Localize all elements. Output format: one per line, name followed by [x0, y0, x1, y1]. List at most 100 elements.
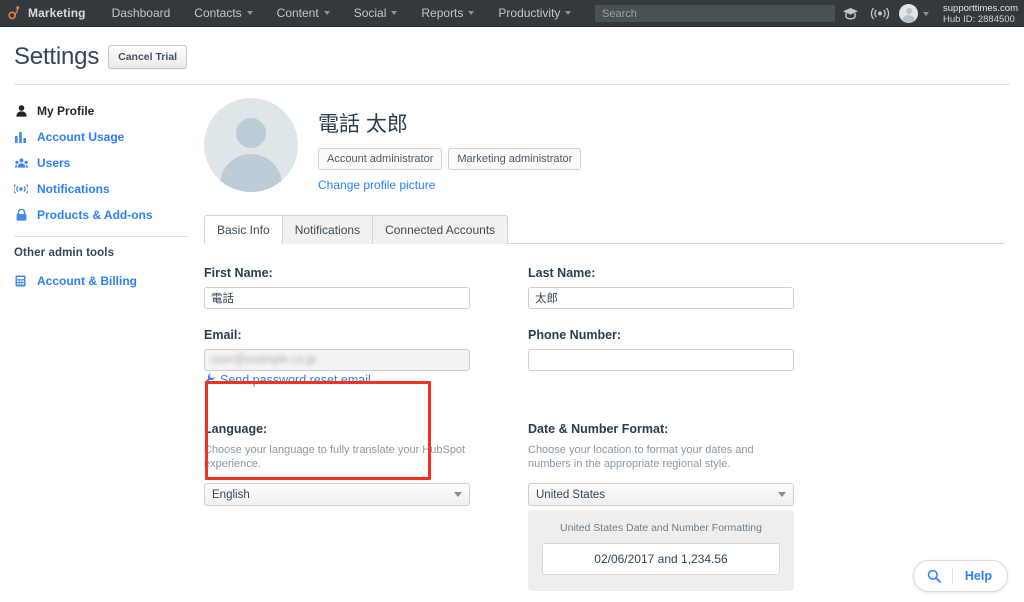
person-icon: [14, 105, 28, 117]
chevron-down-icon: [468, 11, 475, 15]
tab-basic-info[interactable]: Basic Info: [204, 215, 282, 244]
change-profile-picture-link[interactable]: Change profile picture: [318, 178, 435, 192]
tab-notifications[interactable]: Notifications: [281, 215, 373, 244]
settings-main-content: 電話 太郎 Account administrator Marketing ad…: [196, 98, 1024, 602]
user-avatar[interactable]: [899, 4, 919, 23]
email-field-group: Email: user@example.co.jp Send password …: [204, 328, 470, 387]
cancel-trial-button[interactable]: Cancel Trial: [108, 45, 188, 69]
profile-header: 電話 太郎 Account administrator Marketing ad…: [196, 98, 1004, 200]
tab-connected-accounts[interactable]: Connected Accounts: [372, 215, 509, 244]
chevron-down-icon: [454, 492, 462, 497]
date-format-select[interactable]: United States: [528, 483, 794, 506]
sidebar-item-label: Account & Billing: [37, 274, 137, 288]
last-name-field-group: Last Name:: [528, 266, 794, 309]
nav-label: Contacts: [194, 6, 242, 20]
nav-label: Productivity: [498, 6, 561, 20]
format-preview-panel: United States Date and Number Formatting…: [528, 510, 794, 591]
broadcast-icon[interactable]: [865, 0, 895, 27]
default-avatar-icon[interactable]: [204, 98, 298, 192]
chevron-down-icon: [391, 11, 398, 15]
nav-item-contacts[interactable]: Contacts: [182, 0, 264, 27]
nav-item-social[interactable]: Social: [342, 0, 410, 27]
email-value-redacted: user@example.co.jp: [211, 354, 316, 366]
language-select[interactable]: English: [204, 483, 470, 506]
format-preview-value: 02/06/2017 and 1,234.56: [542, 543, 780, 575]
sidebar-item-users[interactable]: Users: [14, 150, 196, 176]
nav-label: Reports: [421, 6, 464, 20]
brand-label: Marketing: [28, 6, 86, 20]
bar-chart-icon: [14, 131, 28, 143]
account-info[interactable]: supporttimes.com Hub ID: 2884500: [935, 3, 1024, 25]
sidebar-item-account-billing[interactable]: Account & Billing: [14, 268, 196, 294]
chevron-down-icon[interactable]: [923, 11, 930, 16]
sidebar-item-label: Products & Add-ons: [37, 208, 153, 222]
sidebar-divider: [14, 236, 188, 237]
date-format-description: Choose your location to format your date…: [528, 444, 754, 470]
chevron-down-icon: [323, 11, 330, 15]
chevron-down-icon: [246, 11, 253, 15]
basic-info-form: First Name: Last Name: Email: user@examp…: [196, 244, 1004, 602]
graduation-cap-icon[interactable]: [835, 0, 865, 27]
page-body: My Profile Account Usage Users Notificat…: [0, 85, 1024, 602]
language-selected-value: English: [212, 488, 250, 501]
chevron-down-icon: [778, 492, 786, 497]
profile-meta: 電話 太郎 Account administrator Marketing ad…: [318, 98, 582, 194]
nav-item-reports[interactable]: Reports: [409, 0, 486, 27]
status-badge: Marketing administrator: [448, 148, 582, 170]
sidebar-item-notifications[interactable]: Notifications: [14, 176, 196, 202]
calculator-icon: [14, 275, 28, 287]
format-preview-label: United States Date and Number Formatting: [560, 522, 762, 534]
chevron-down-icon: [565, 11, 572, 15]
settings-sidebar: My Profile Account Usage Users Notificat…: [0, 98, 196, 602]
sidebar-item-products-addons[interactable]: Products & Add-ons: [14, 202, 196, 228]
status-badge: Account administrator: [318, 148, 443, 170]
phone-input[interactable]: [528, 349, 794, 371]
date-format-selected-value: United States: [536, 488, 606, 501]
wrench-icon: [204, 373, 215, 387]
account-domain: supporttimes.com: [943, 2, 1018, 14]
sidebar-item-label: Users: [37, 156, 71, 170]
language-field-group: Language: Choose your language to fully …: [204, 422, 470, 591]
page-title: Settings: [14, 43, 100, 70]
role-badges: Account administrator Marketing administ…: [318, 148, 582, 170]
hubspot-sprocket-icon: [8, 6, 22, 20]
search-icon[interactable]: [914, 569, 952, 583]
broadcast-icon: [14, 184, 28, 194]
hub-id: Hub ID: 2884500: [943, 13, 1015, 25]
first-name-field-group: First Name:: [204, 266, 470, 309]
language-description: Choose your language to fully translate …: [204, 444, 466, 470]
email-label: Email:: [204, 328, 242, 342]
phone-label: Phone Number:: [528, 328, 622, 342]
help-widget[interactable]: Help: [912, 560, 1008, 592]
sidebar-item-account-usage[interactable]: Account Usage: [14, 124, 196, 150]
language-label: Language:: [204, 422, 268, 436]
sidebar-item-label: My Profile: [37, 104, 95, 118]
users-icon: [14, 158, 28, 168]
nav-label: Dashboard: [111, 6, 171, 20]
profile-name: 電話 太郎: [318, 113, 408, 136]
send-password-reset-link[interactable]: Send password reset email: [204, 373, 470, 387]
email-field: user@example.co.jp: [204, 349, 470, 371]
date-format-label: Date & Number Format:: [528, 422, 669, 436]
date-format-field-group: Date & Number Format: Choose your locati…: [528, 422, 794, 591]
sidebar-item-my-profile[interactable]: My Profile: [14, 98, 196, 124]
sidebar-section-heading: Other admin tools: [14, 247, 115, 259]
sidebar-item-label: Notifications: [37, 182, 110, 196]
last-name-input[interactable]: [528, 287, 794, 309]
nav-label: Content: [276, 6, 319, 20]
phone-field-group: Phone Number:: [528, 328, 794, 387]
lock-icon: [14, 209, 28, 221]
nav-right-group: supporttimes.com Hub ID: 2884500: [595, 0, 1024, 27]
send-password-reset-label: Send password reset email: [220, 373, 371, 387]
help-label: Help: [964, 569, 992, 583]
nav-item-dashboard[interactable]: Dashboard: [100, 0, 183, 27]
nav-item-content[interactable]: Content: [265, 0, 342, 27]
global-search-input[interactable]: [595, 5, 836, 22]
last-name-label: Last Name:: [528, 266, 596, 280]
page-header: Settings Cancel Trial: [0, 27, 1024, 71]
brand-home-link[interactable]: Marketing: [0, 0, 100, 27]
nav-item-productivity[interactable]: Productivity: [486, 0, 583, 27]
first-name-input[interactable]: [204, 287, 470, 309]
nav-label: Social: [353, 6, 387, 20]
app-root: Marketing Dashboard Contacts Content Soc…: [0, 0, 1024, 602]
